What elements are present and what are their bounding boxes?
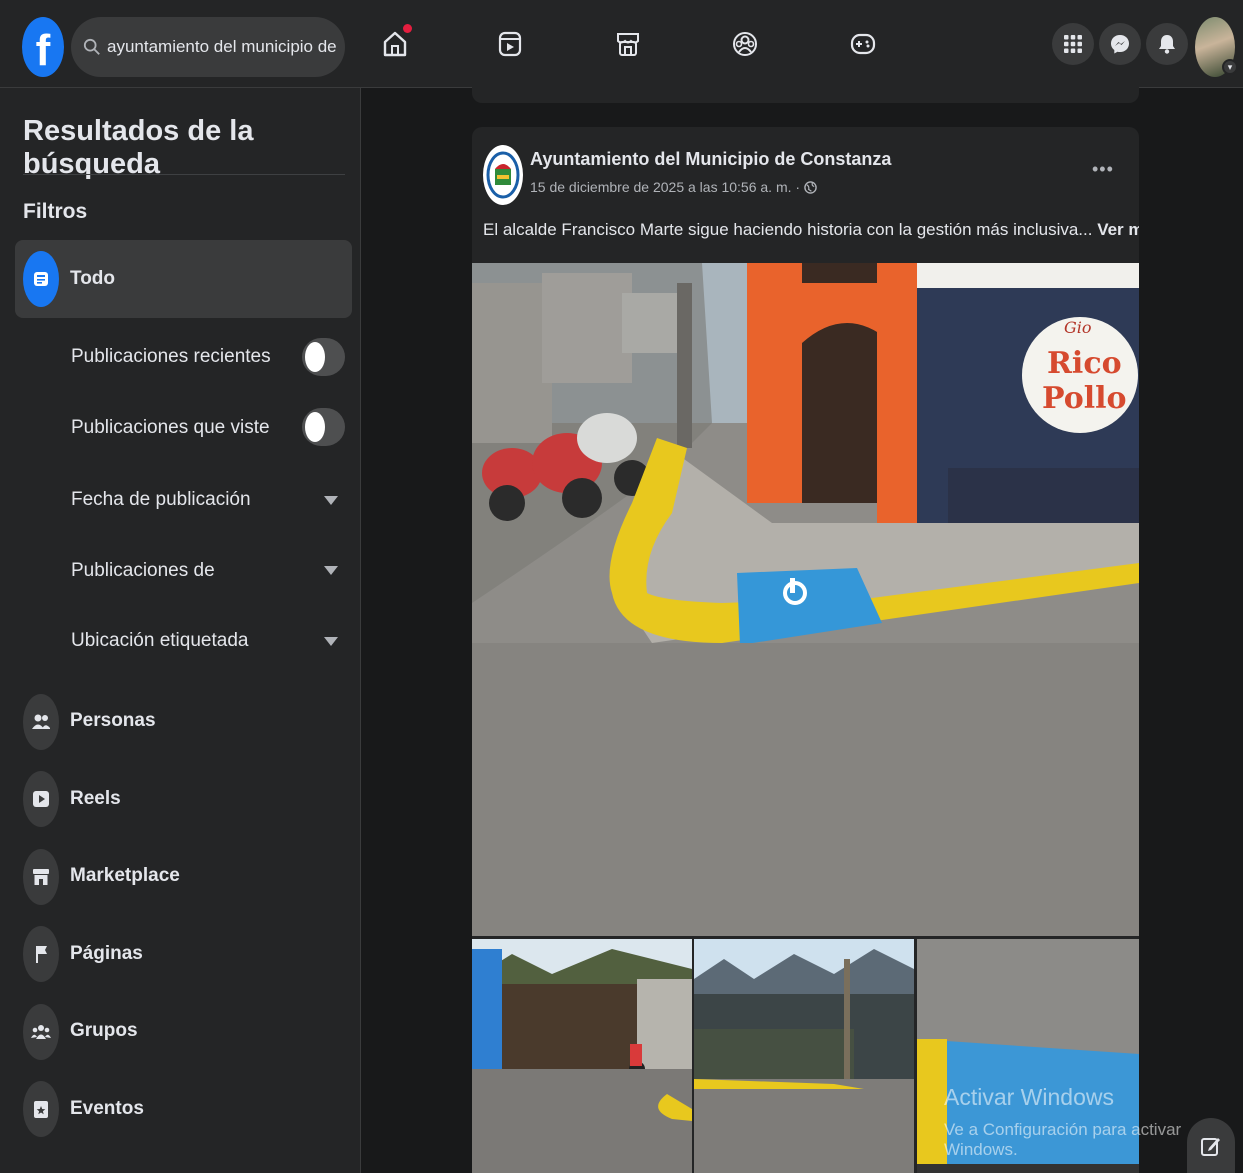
profile-avatar[interactable]: ▾ bbox=[1195, 17, 1238, 77]
facebook-logo[interactable]: f bbox=[22, 17, 64, 77]
search-input[interactable] bbox=[107, 37, 339, 57]
logo-letter: f bbox=[35, 26, 51, 75]
top-navigation-bar: f ▾ bbox=[0, 0, 1243, 88]
notification-dot bbox=[403, 24, 412, 33]
home-icon[interactable] bbox=[375, 24, 415, 64]
messenger-icon[interactable] bbox=[1099, 23, 1141, 65]
page-avatar[interactable] bbox=[483, 145, 523, 205]
new-message-button[interactable] bbox=[1187, 1118, 1235, 1173]
marketplace-icon[interactable] bbox=[608, 24, 648, 64]
sidebar-item-label: Reels bbox=[70, 788, 121, 809]
previous-post-card bbox=[472, 80, 1139, 103]
more-options-button[interactable]: ••• bbox=[1092, 159, 1114, 180]
sidebar-item-label: Páginas bbox=[70, 943, 143, 964]
sidebar-item-label: Marketplace bbox=[70, 865, 180, 886]
globe-icon bbox=[804, 180, 817, 194]
filters-heading: Filtros bbox=[23, 200, 88, 223]
filter-item-label: Todo bbox=[70, 268, 116, 289]
flag-icon bbox=[23, 926, 59, 982]
groups-icon bbox=[23, 1004, 59, 1060]
groups-icon[interactable] bbox=[725, 24, 765, 64]
page-title: Resultados de la búsqueda bbox=[23, 115, 254, 180]
reels-icon bbox=[23, 771, 59, 827]
seen-posts-toggle[interactable] bbox=[302, 408, 345, 446]
post-photo-2[interactable] bbox=[472, 939, 692, 1173]
post-photo-3[interactable] bbox=[694, 939, 914, 1173]
post-date-row: 15 de diciembre de 2025 a las 10:56 a. m… bbox=[530, 179, 817, 195]
see-more-link[interactable]: Ver más bbox=[1097, 220, 1139, 239]
video-icon[interactable] bbox=[490, 24, 530, 64]
posts-from-dropdown[interactable]: Publicaciones de bbox=[71, 560, 215, 582]
sidebar-item-label: Personas bbox=[70, 710, 156, 731]
caret-down-icon[interactable] bbox=[324, 496, 338, 505]
post-photo-main[interactable]: Gio Rico Pollo bbox=[472, 263, 1139, 936]
search-sidebar: Resultados de la búsqueda Filtros Todo P… bbox=[0, 88, 361, 1173]
post-text: El alcalde Francisco Marte sigue haciend… bbox=[483, 220, 1139, 240]
seen-posts-label: Publicaciones que viste bbox=[71, 417, 270, 438]
search-box[interactable] bbox=[71, 17, 345, 77]
post-card: Ayuntamiento del Municipio de Constanza … bbox=[472, 127, 1139, 1173]
divider bbox=[23, 174, 345, 175]
sign-text-pollo: Pollo bbox=[1042, 381, 1127, 416]
sidebar-item-label: Eventos bbox=[70, 1098, 144, 1119]
gaming-icon[interactable] bbox=[843, 24, 883, 64]
caret-down-icon[interactable] bbox=[324, 566, 338, 575]
shop-icon bbox=[23, 849, 59, 905]
people-icon bbox=[23, 694, 59, 750]
sign-text-rico: Rico bbox=[1047, 346, 1122, 381]
tagged-location-dropdown[interactable]: Ubicación etiquetada bbox=[71, 630, 248, 652]
post-date[interactable]: 15 de diciembre de 2025 a las 10:56 a. m… bbox=[530, 179, 800, 195]
date-filter-dropdown[interactable]: Fecha de publicación bbox=[71, 489, 251, 511]
compose-icon bbox=[1201, 1137, 1220, 1156]
recent-posts-toggle[interactable] bbox=[302, 338, 345, 376]
chevron-down-icon: ▾ bbox=[1222, 59, 1238, 75]
sidebar-item-label: Grupos bbox=[70, 1020, 138, 1041]
post-body: El alcalde Francisco Marte sigue haciend… bbox=[483, 220, 1093, 239]
filter-item-todo[interactable]: Todo bbox=[15, 240, 352, 318]
calendar-star-icon bbox=[23, 1081, 59, 1137]
windows-activation-title: Activar Windows bbox=[944, 1084, 1114, 1110]
caret-down-icon[interactable] bbox=[324, 637, 338, 646]
search-icon bbox=[83, 38, 100, 55]
all-results-icon bbox=[23, 251, 59, 307]
recent-posts-label: Publicaciones recientes bbox=[71, 346, 271, 367]
notifications-icon[interactable] bbox=[1146, 23, 1188, 65]
post-author[interactable]: Ayuntamiento del Municipio de Constanza bbox=[530, 149, 891, 170]
menu-grid-icon[interactable] bbox=[1052, 23, 1094, 65]
sign-text-gio: Gio bbox=[1064, 318, 1092, 337]
